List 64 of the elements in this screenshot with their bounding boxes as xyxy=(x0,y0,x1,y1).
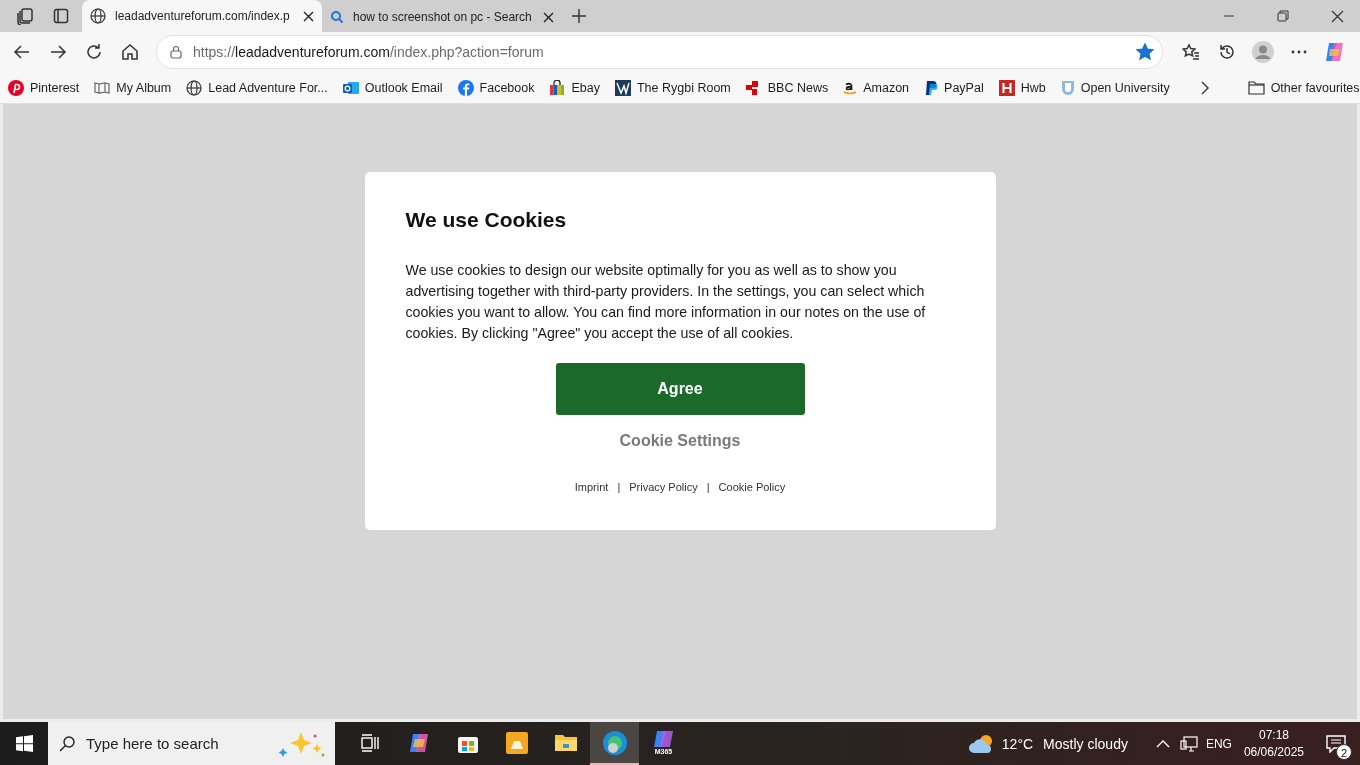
shield-icon xyxy=(1060,79,1075,96)
copilot-icon[interactable] xyxy=(1324,41,1346,63)
lock-icon xyxy=(169,45,183,59)
favourite-star-icon[interactable] xyxy=(1136,43,1154,61)
hwb-logo-icon xyxy=(998,79,1015,96)
clock-time: 07:18 xyxy=(1258,726,1289,744)
weather-text: Mostly cloudy xyxy=(1043,735,1128,752)
notification-count: 2 xyxy=(1336,743,1352,760)
separator-text: | xyxy=(706,481,710,493)
agree-button[interactable]: Agree xyxy=(555,363,805,415)
search-icon xyxy=(330,10,344,24)
outlook-logo-icon xyxy=(342,79,359,96)
taskbar-search-field[interactable]: Type here to search xyxy=(84,734,269,753)
browser-tab[interactable]: how to screenshot on pc - Search xyxy=(322,2,562,32)
globe-icon xyxy=(186,79,203,96)
language-indicator[interactable]: ENG xyxy=(1205,736,1232,751)
bookmark-link[interactable]: Ebay xyxy=(549,79,600,96)
clock-date: 06/06/2025 xyxy=(1243,743,1304,761)
photo-app-icon xyxy=(504,730,529,755)
close-icon xyxy=(303,10,314,22)
dialog-title: We use Cookies xyxy=(405,208,568,232)
bookmark-link[interactable]: Facebook xyxy=(457,79,535,96)
bookmark-link[interactable]: Hwb xyxy=(998,79,1046,96)
bookmark-link[interactable]: BBC News xyxy=(745,79,829,96)
shopping-bag-icon xyxy=(549,79,566,96)
address-bar[interactable]: https://leadadventureforum.com/index.php?action=forum xyxy=(156,35,1163,69)
m365-icon xyxy=(652,730,675,748)
footer-link[interactable]: Imprint xyxy=(574,481,609,493)
pinterest-logo-icon xyxy=(8,79,24,96)
bookmark-link[interactable]: Lead Adventure For... xyxy=(186,79,328,96)
temperature-text: 12°C xyxy=(1001,735,1034,752)
facebook-logo-icon xyxy=(457,79,474,96)
separator-text: | xyxy=(617,481,621,493)
rygbi-logo-icon xyxy=(615,79,631,96)
footer-link[interactable]: Cookie Policy xyxy=(718,481,786,493)
globe-icon xyxy=(90,8,106,24)
favourites-icon[interactable] xyxy=(1180,41,1202,63)
edge-browser-icon xyxy=(601,729,628,756)
bookmark-link[interactable]: Pinterest xyxy=(8,79,80,96)
taskbar-search-box[interactable]: Type here to search xyxy=(48,722,335,765)
cookie-settings-button[interactable]: Cookie Settings xyxy=(613,431,747,451)
bookmark-link[interactable]: Amazon xyxy=(843,79,910,96)
cloudy-weather-icon xyxy=(968,732,995,755)
folder-icon xyxy=(1247,80,1265,95)
home-icon[interactable] xyxy=(119,41,141,63)
browser-tab[interactable]: leadadventureforum.com/index.p xyxy=(82,0,322,32)
windows-logo-icon xyxy=(15,735,33,752)
close-icon xyxy=(543,11,554,23)
task-view-icon xyxy=(359,732,380,753)
dialog-text: We use cookies to design our website optimally for you as well as to show you advertising together with third-party providers. In the settings, you can select which cookies you want to allow. You can find more information in our notes on the use of cookies. By clicking "Agree" you accept the use of all cookies. xyxy=(405,261,927,343)
notifications-button[interactable]: 2 xyxy=(1318,725,1354,762)
bookmark-link[interactable]: My Album xyxy=(94,79,172,96)
album-icon xyxy=(94,79,111,96)
bookmark-link[interactable]: PayPal xyxy=(924,79,984,96)
taskbar-app-button[interactable] xyxy=(590,722,639,765)
footer-link[interactable]: Privacy Policy xyxy=(629,481,698,493)
workspaces-icon[interactable] xyxy=(14,5,36,27)
paypal-logo-icon xyxy=(924,79,939,96)
bookmark-link[interactable]: The Rygbi Room xyxy=(615,79,731,96)
bookmark-link[interactable]: Outlook Email xyxy=(342,79,443,96)
other-favourites-folder[interactable]: Other favourites xyxy=(1247,80,1360,95)
bookmark-link[interactable]: Open University xyxy=(1060,79,1170,96)
search-icon xyxy=(58,734,76,753)
profile-avatar-icon[interactable] xyxy=(1252,41,1274,63)
